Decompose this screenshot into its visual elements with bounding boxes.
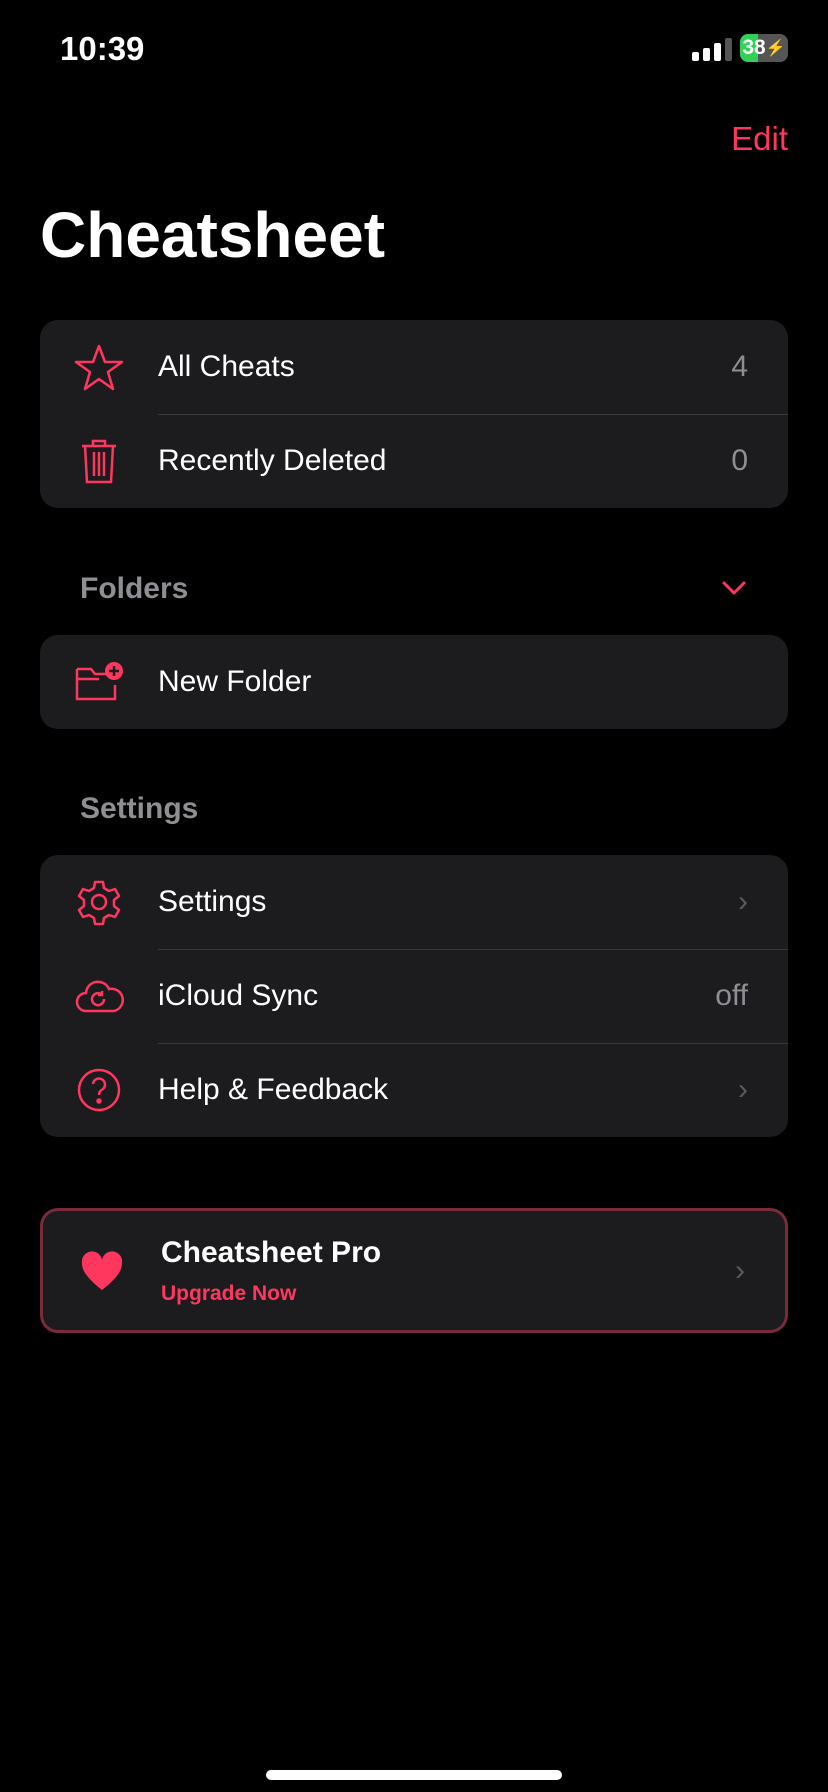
chevron-right-icon: › [735,1253,745,1287]
row-label: All Cheats [158,350,295,383]
heart-icon [43,1246,161,1296]
row-label: Recently Deleted [158,444,387,477]
chevron-down-icon[interactable] [720,576,748,605]
new-folder-row[interactable]: New Folder [40,635,788,729]
status-time: 10:39 [60,30,145,67]
row-label: iCloud Sync [158,979,319,1012]
all-cheats-row[interactable]: All Cheats 4 [40,320,788,414]
row-count: 4 [731,350,748,383]
row-label: New Folder [158,665,312,698]
folders-card: New Folder [40,635,788,729]
page-title: Cheatsheet [40,199,385,271]
trash-icon [40,436,158,486]
settings-header: Settings [80,792,199,825]
recently-deleted-row[interactable]: Recently Deleted 0 [40,414,788,508]
icloud-sync-icon [40,971,158,1021]
gear-icon [40,877,158,927]
battery-icon: 38 ⚡ [740,34,788,62]
icloud-sync-value: off [715,979,748,1012]
row-label: Settings [158,885,267,918]
row-count: 0 [731,444,748,477]
battery-level: 38 [742,36,766,59]
question-icon [40,1065,158,1115]
row-label: Help & Feedback [158,1073,389,1106]
edit-button[interactable]: Edit [731,120,788,158]
pro-title: Cheatsheet Pro [161,1235,382,1269]
settings-row[interactable]: Settings › [40,855,788,949]
settings-card: Settings › iCloud Sync off Help & Feedba… [40,855,788,1137]
pro-subtitle: Upgrade Now [161,1281,297,1305]
chevron-right-icon: › [738,885,748,918]
home-indicator [266,1770,562,1780]
icloud-sync-row[interactable]: iCloud Sync off [40,949,788,1043]
folders-header: Folders [80,572,189,605]
pro-upgrade-card[interactable]: Cheatsheet Pro Upgrade Now › [40,1208,788,1333]
signal-icon [692,38,732,61]
help-feedback-row[interactable]: Help & Feedback › [40,1043,788,1137]
chevron-right-icon: › [738,1073,748,1106]
library-card: All Cheats 4 Recently Deleted 0 [40,320,788,508]
folder-add-icon [40,657,158,707]
star-icon [40,342,158,392]
